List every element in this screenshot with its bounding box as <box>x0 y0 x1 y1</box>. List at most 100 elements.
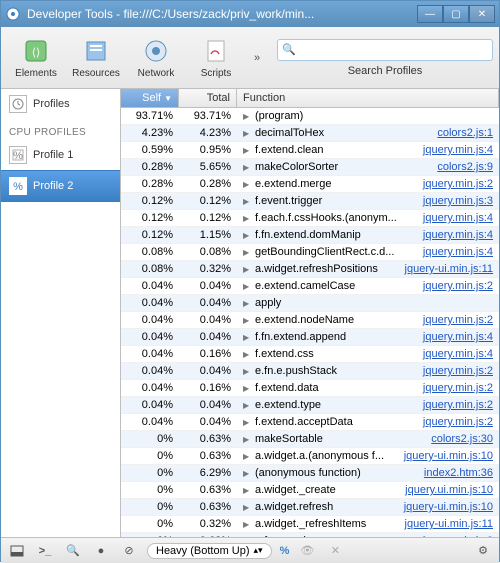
table-row[interactable]: 0.04%0.04%▶f.extend.acceptDatajquery.min… <box>121 414 499 431</box>
source-link[interactable]: jquery.min.js:2 <box>423 399 493 411</box>
table-row[interactable]: 0%0.63%▶a.widget._createjquery.ui.min.js… <box>121 482 499 499</box>
sidebar-item-profile2[interactable]: % Profile 2 <box>1 170 120 202</box>
expand-triangle-icon[interactable]: ▶ <box>243 316 251 325</box>
source-link[interactable]: jquery.min.js:4 <box>423 212 493 224</box>
search-input[interactable] <box>300 44 488 56</box>
table-row[interactable]: 93.71%93.71%▶(program) <box>121 108 499 125</box>
expand-triangle-icon[interactable]: ▶ <box>243 265 251 274</box>
expand-triangle-icon[interactable]: ▶ <box>243 520 251 529</box>
table-row[interactable]: 0.28%0.28%▶e.extend.mergejquery.min.js:2 <box>121 176 499 193</box>
source-link[interactable]: jquery.min.js:2 <box>423 178 493 190</box>
source-link[interactable]: jquery.min.js:2 <box>423 280 493 292</box>
expand-triangle-icon[interactable]: ▶ <box>243 367 251 376</box>
expand-triangle-icon[interactable]: ▶ <box>243 384 251 393</box>
source-link[interactable]: jquery.min.js:4 <box>423 144 493 156</box>
source-link[interactable]: jquery.min.js:4 <box>423 229 493 241</box>
expand-triangle-icon[interactable]: ▶ <box>243 197 251 206</box>
expand-triangle-icon[interactable]: ▶ <box>243 469 251 478</box>
dock-button[interactable] <box>7 542 27 560</box>
close-button[interactable]: ✕ <box>469 5 495 23</box>
clear-button[interactable]: ⊘ <box>119 542 139 560</box>
tab-scripts[interactable]: Scripts <box>187 31 245 85</box>
table-row[interactable]: 0.12%1.15%▶f.fn.extend.domManipjquery.mi… <box>121 227 499 244</box>
expand-triangle-icon[interactable]: ▶ <box>243 248 251 257</box>
expand-triangle-icon[interactable]: ▶ <box>243 350 251 359</box>
table-row[interactable]: 0%0.32%▶a.widget._refreshItemsjquery-ui.… <box>121 516 499 533</box>
table-row[interactable]: 0.04%0.04%▶f.fn.extend.appendjquery.min.… <box>121 329 499 346</box>
expand-triangle-icon[interactable]: ▶ <box>243 503 251 512</box>
table-row[interactable]: 0.59%0.95%▶f.extend.cleanjquery.min.js:4 <box>121 142 499 159</box>
expand-triangle-icon[interactable]: ▶ <box>243 129 251 138</box>
table-row[interactable]: 0.04%0.04%▶apply <box>121 295 499 312</box>
table-row[interactable]: 0.12%0.12%▶f.event.triggerjquery.min.js:… <box>121 193 499 210</box>
expand-triangle-icon[interactable]: ▶ <box>243 146 251 155</box>
source-link[interactable]: jquery.min.js:2 <box>423 314 493 326</box>
expand-triangle-icon[interactable]: ▶ <box>243 486 251 495</box>
gear-button[interactable]: ⚙ <box>473 542 493 560</box>
expand-triangle-icon[interactable]: ▶ <box>243 231 251 240</box>
source-link[interactable]: jquery.min.js:2 <box>423 365 493 377</box>
tab-elements[interactable]: ⟨⟩ Elements <box>7 31 65 85</box>
sidebar-item-profile1[interactable]: % Profile 1 <box>1 140 120 170</box>
search-button[interactable]: 🔍 <box>63 542 83 560</box>
close-x-button[interactable]: ✕ <box>325 542 345 560</box>
expand-triangle-icon[interactable]: ▶ <box>243 333 251 342</box>
source-link[interactable]: jquery.min.js:3 <box>423 195 493 207</box>
expand-triangle-icon[interactable]: ▶ <box>243 299 251 308</box>
table-row[interactable]: 0.08%0.08%▶getBoundingClientRect.c.d...j… <box>121 244 499 261</box>
expand-triangle-icon[interactable]: ▶ <box>243 435 251 444</box>
table-row[interactable]: 0.28%5.65%▶makeColorSortercolors2.js:9 <box>121 159 499 176</box>
table-row[interactable]: 0%0.63%▶a.widget.refreshjquery-ui.min.js… <box>121 499 499 516</box>
tab-resources[interactable]: Resources <box>67 31 125 85</box>
minimize-button[interactable]: — <box>417 5 443 23</box>
table-row[interactable]: 0.12%0.12%▶f.each.f.cssHooks.(anonym...j… <box>121 210 499 227</box>
view-mode-select[interactable]: Heavy (Bottom Up) ▴▾ <box>147 543 272 559</box>
source-link[interactable]: jquery.min.js:4 <box>423 246 493 258</box>
source-link[interactable]: colors2.js:9 <box>437 161 493 173</box>
table-row[interactable]: 0%0.63%▶makeSortablecolors2.js:30 <box>121 431 499 448</box>
source-link[interactable]: jquery-ui.min.js:11 <box>405 518 493 530</box>
record-button[interactable]: ● <box>91 542 111 560</box>
expand-triangle-icon[interactable]: ▶ <box>243 180 251 189</box>
source-link[interactable]: jquery-ui.min.js:11 <box>405 263 493 275</box>
source-link[interactable]: index2.htm:36 <box>424 467 493 479</box>
maximize-button[interactable]: ▢ <box>443 5 469 23</box>
expand-triangle-icon[interactable]: ▶ <box>243 112 251 121</box>
expand-triangle-icon[interactable]: ▶ <box>243 282 251 291</box>
search-box[interactable]: 🔍 <box>277 39 493 61</box>
table-row[interactable]: 0.04%0.16%▶f.extend.datajquery.min.js:2 <box>121 380 499 397</box>
table-row[interactable]: 0.04%0.04%▶e.extend.camelCasejquery.min.… <box>121 278 499 295</box>
table-row[interactable]: 0%0.63%▶e.fn.e.eachjquery.min.js:2 <box>121 533 499 537</box>
source-link[interactable]: jquery.min.js:4 <box>423 331 493 343</box>
source-link[interactable]: jquery.ui.min.js:10 <box>405 484 493 496</box>
source-link[interactable]: jquery.min.js:2 <box>423 416 493 428</box>
table-row[interactable]: 4.23%4.23%▶decimalToHexcolors2.js:1 <box>121 125 499 142</box>
sidebar-profiles[interactable]: Profiles <box>1 89 120 119</box>
console-button[interactable]: >_ <box>35 542 55 560</box>
expand-triangle-icon[interactable]: ▶ <box>243 214 251 223</box>
source-link[interactable]: jquery-ui.min.js:10 <box>404 501 493 513</box>
table-row[interactable]: 0.04%0.16%▶f.extend.cssjquery.min.js:4 <box>121 346 499 363</box>
table-row[interactable]: 0.08%0.32%▶a.widget.refreshPositionsjque… <box>121 261 499 278</box>
col-total[interactable]: Total <box>179 89 237 107</box>
table-row[interactable]: 0.04%0.04%▶e.fn.e.pushStackjquery.min.js… <box>121 363 499 380</box>
eye-button[interactable]: 👁 <box>297 542 317 560</box>
table-row[interactable]: 0.04%0.04%▶e.extend.nodeNamejquery.min.j… <box>121 312 499 329</box>
expand-triangle-icon[interactable]: ▶ <box>243 452 251 461</box>
col-self[interactable]: Self▼ <box>121 89 179 107</box>
tab-network[interactable]: Network <box>127 31 185 85</box>
source-link[interactable]: jquery-ui.min.js:10 <box>404 450 493 462</box>
expand-triangle-icon[interactable]: ▶ <box>243 418 251 427</box>
table-row[interactable]: 0.04%0.04%▶e.extend.typejquery.min.js:2 <box>121 397 499 414</box>
source-link[interactable]: jquery.min.js:4 <box>423 348 493 360</box>
source-link[interactable]: colors2.js:30 <box>431 433 493 445</box>
table-row[interactable]: 0%6.29%▶(anonymous function)index2.htm:3… <box>121 465 499 482</box>
expand-triangle-icon[interactable]: ▶ <box>243 401 251 410</box>
source-link[interactable]: jquery.min.js:2 <box>423 535 493 537</box>
expand-triangle-icon[interactable]: ▶ <box>243 537 251 538</box>
toolbar-overflow[interactable]: » <box>247 52 267 64</box>
col-function[interactable]: Function <box>237 89 499 107</box>
source-link[interactable]: colors2.js:1 <box>437 127 493 139</box>
source-link[interactable]: jquery.min.js:2 <box>423 382 493 394</box>
percent-toggle[interactable]: % <box>280 545 290 557</box>
